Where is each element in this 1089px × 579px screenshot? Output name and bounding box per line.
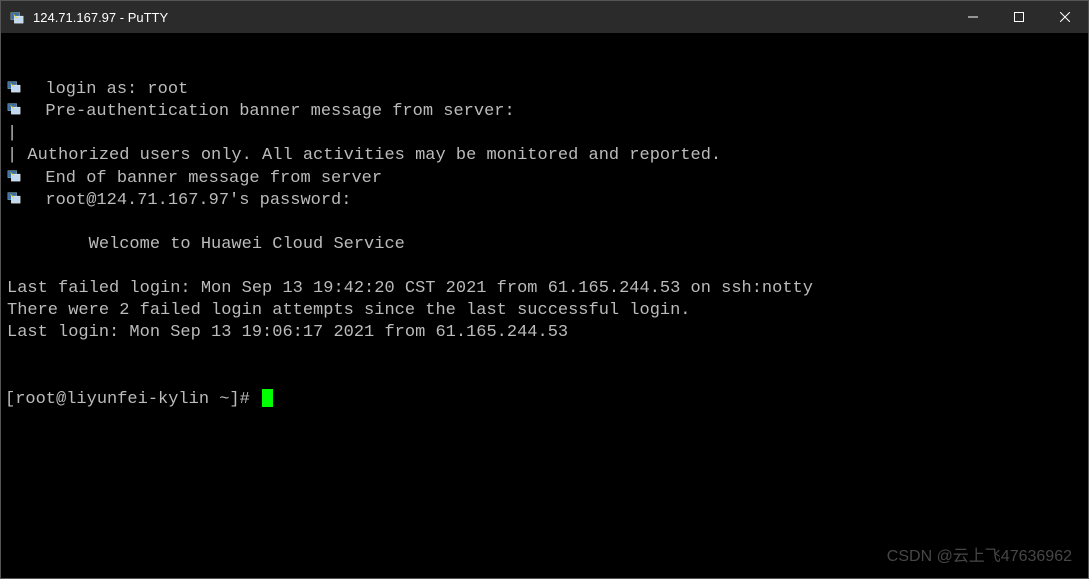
terminal-text: End of banner message from server (25, 168, 382, 190)
terminal-line (5, 256, 1084, 278)
terminal-text: Pre-authentication banner message from s… (25, 101, 515, 123)
terminal-text: login as: root (25, 79, 188, 101)
terminal-line: login as: root (5, 79, 1084, 101)
terminal-line: Pre-authentication banner message from s… (5, 101, 1084, 123)
terminal-line: Last failed login: Mon Sep 13 19:42:20 C… (5, 278, 1084, 300)
terminal-line: | (5, 123, 1084, 145)
terminal-line: End of banner message from server (5, 168, 1084, 190)
putty-icon (9, 9, 25, 25)
terminal-line: Welcome to Huawei Cloud Service (5, 234, 1084, 256)
window-title: 124.71.167.97 - PuTTY (33, 10, 950, 25)
terminal-text: | Authorized users only. All activities … (7, 145, 721, 167)
terminal-line (5, 212, 1084, 234)
prompt-line: [root@liyunfei-kylin ~]# (5, 389, 1084, 411)
cursor-icon (262, 389, 273, 407)
titlebar[interactable]: 124.71.167.97 - PuTTY (1, 1, 1088, 33)
terminal-text: Welcome to Huawei Cloud Service (7, 234, 405, 256)
putty-line-icon (5, 168, 23, 182)
putty-line-icon (5, 101, 23, 115)
putty-line-icon (5, 190, 23, 204)
terminal-line: root@124.71.167.97's password: (5, 190, 1084, 212)
putty-window: 124.71.167.97 - PuTTY login as: root Pre… (0, 0, 1089, 579)
terminal-line: There were 2 failed login attempts since… (5, 300, 1084, 322)
terminal-text: There were 2 failed login attempts since… (7, 300, 691, 322)
watermark-text: CSDN @云上飞47636962 (887, 547, 1072, 568)
close-button[interactable] (1042, 1, 1088, 33)
window-controls (950, 1, 1088, 33)
terminal-text: Last login: Mon Sep 13 19:06:17 2021 fro… (7, 322, 568, 344)
maximize-button[interactable] (996, 1, 1042, 33)
terminal-text (7, 212, 17, 234)
terminal-text: | (7, 123, 17, 145)
putty-line-icon (5, 79, 23, 93)
terminal-text: root@124.71.167.97's password: (25, 190, 351, 212)
terminal-line: Last login: Mon Sep 13 19:06:17 2021 fro… (5, 322, 1084, 344)
terminal-line: | Authorized users only. All activities … (5, 145, 1084, 167)
terminal-text (7, 256, 17, 278)
minimize-button[interactable] (950, 1, 996, 33)
shell-prompt: [root@liyunfei-kylin ~]# (5, 389, 260, 411)
terminal-area[interactable]: login as: root Pre-authentication banner… (1, 33, 1088, 578)
terminal-text: Last failed login: Mon Sep 13 19:42:20 C… (7, 278, 813, 300)
